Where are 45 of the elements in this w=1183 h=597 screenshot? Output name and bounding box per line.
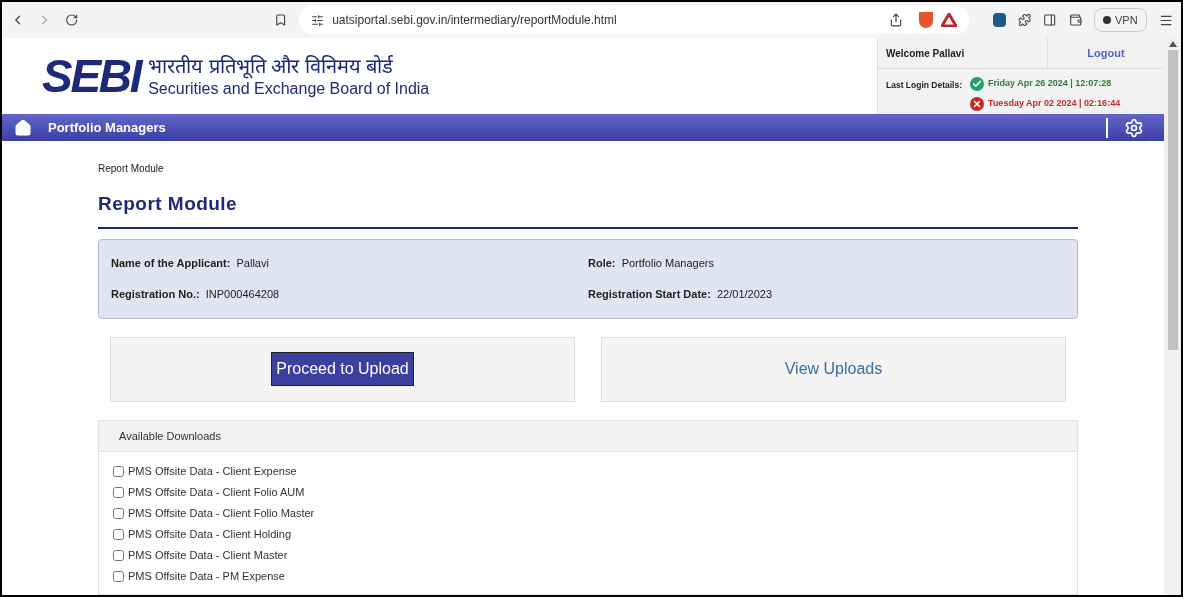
checkbox[interactable] [113, 466, 124, 477]
checkbox[interactable] [113, 550, 124, 561]
checkbox[interactable] [113, 529, 124, 540]
download-option[interactable]: PMS Offsite Data - Client Folio AUM [113, 485, 1063, 500]
share-icon[interactable] [888, 13, 903, 27]
scroll-up-icon[interactable] [1168, 41, 1177, 47]
bookmark-icon[interactable] [273, 13, 288, 27]
last-login-time: Tuesday Apr 02 2024 | 02:16:44 [988, 97, 1121, 111]
triangle-icon[interactable] [940, 13, 957, 27]
download-option[interactable]: PMS Offsite Data - Client Expense [113, 464, 1063, 479]
site-settings-icon[interactable] [311, 13, 325, 27]
info-field: Registration Start Date: 22/01/2023 [588, 286, 1065, 303]
info-field: Name of the Applicant: Pallavi [111, 255, 588, 272]
logo: SEBI [42, 53, 141, 99]
hindi-org-name: भारतीय प्रतिभूति और विनिमय बोर्ड [148, 53, 395, 79]
wallet-icon[interactable] [1068, 13, 1082, 27]
info-field: Role: Portfolio Managers [588, 255, 1065, 272]
page-title: Report Module [98, 192, 239, 217]
checkbox[interactable] [113, 571, 124, 582]
info-field: Registration No.: INP000464208 [111, 286, 588, 303]
vpn-button[interactable]: VPN [1094, 8, 1147, 32]
view-uploads-link[interactable]: View Uploads [784, 357, 883, 382]
nav-title: Portfolio Managers [48, 119, 166, 137]
sidebar-icon[interactable] [1043, 13, 1057, 27]
download-option[interactable]: PMS Offsite Data - Client Holding [113, 527, 1063, 542]
breadcrumb[interactable]: Report Module [98, 161, 1078, 177]
settings-icon[interactable] [1124, 117, 1144, 138]
url-text: uatsiportal.sebi.gov.in/intermediary/reportModule.html [332, 12, 617, 29]
extensions-icon[interactable] [1017, 13, 1032, 27]
panel-title: Available Downloads [119, 428, 221, 444]
last-login-time: Friday Apr 26 2024 | 12:07:28 [988, 77, 1112, 91]
welcome-text: Welcome Pallavi [885, 46, 966, 61]
address-bar[interactable]: uatsiportal.sebi.gov.in/intermediary/reportModule.html [299, 6, 969, 34]
scrollbar[interactable] [1164, 38, 1181, 595]
org-name: Securities and Exchange Board of India [148, 79, 430, 99]
reload-icon[interactable] [64, 13, 78, 27]
checkbox[interactable] [113, 508, 124, 519]
checkbox[interactable] [113, 487, 124, 498]
download-option[interactable]: PMS Offsite Data - Client Master [113, 548, 1063, 563]
shield-icon[interactable] [918, 12, 933, 28]
home-icon[interactable] [14, 118, 32, 137]
proceed-upload-button[interactable]: Proceed to Upload [271, 352, 414, 387]
download-option[interactable]: PMS Offsite Data - PM Expense [113, 569, 1063, 584]
last-login-label: Last Login Details: [886, 79, 963, 92]
download-option[interactable]: PMS Offsite Data - Client Folio Master [113, 506, 1063, 521]
